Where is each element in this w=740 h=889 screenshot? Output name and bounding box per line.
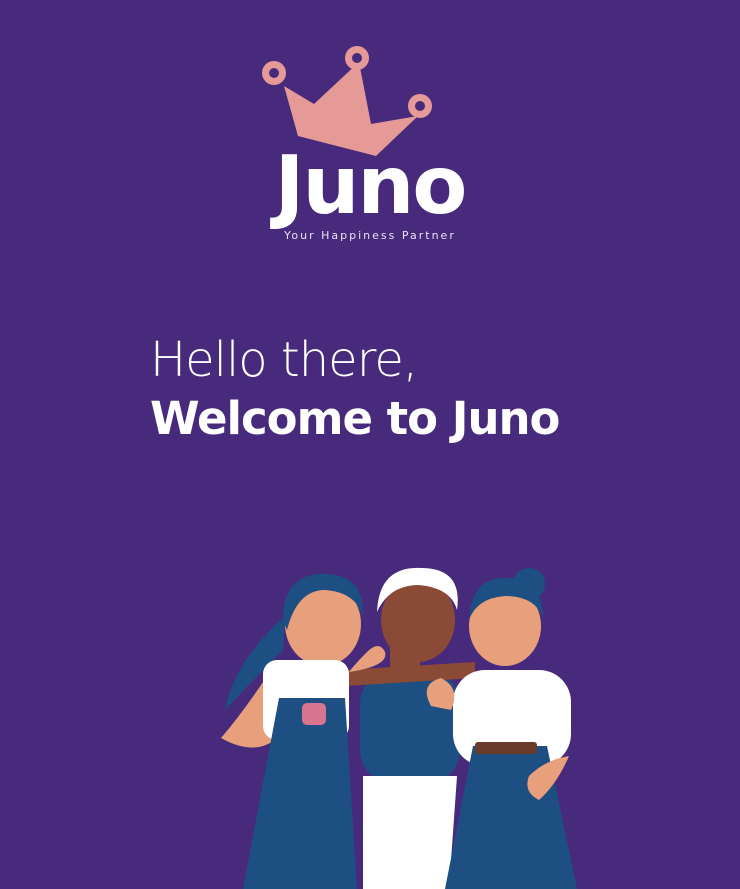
welcome-title: Welcome to Juno bbox=[150, 392, 560, 445]
three-friends-illustration bbox=[221, 567, 577, 889]
greeting-text: Hello there, bbox=[150, 332, 418, 388]
app-logo: Juno Your Happiness Partner bbox=[0, 0, 740, 260]
brand-name: Juno bbox=[274, 139, 468, 232]
brand-tagline: Your Happiness Partner bbox=[284, 229, 456, 242]
